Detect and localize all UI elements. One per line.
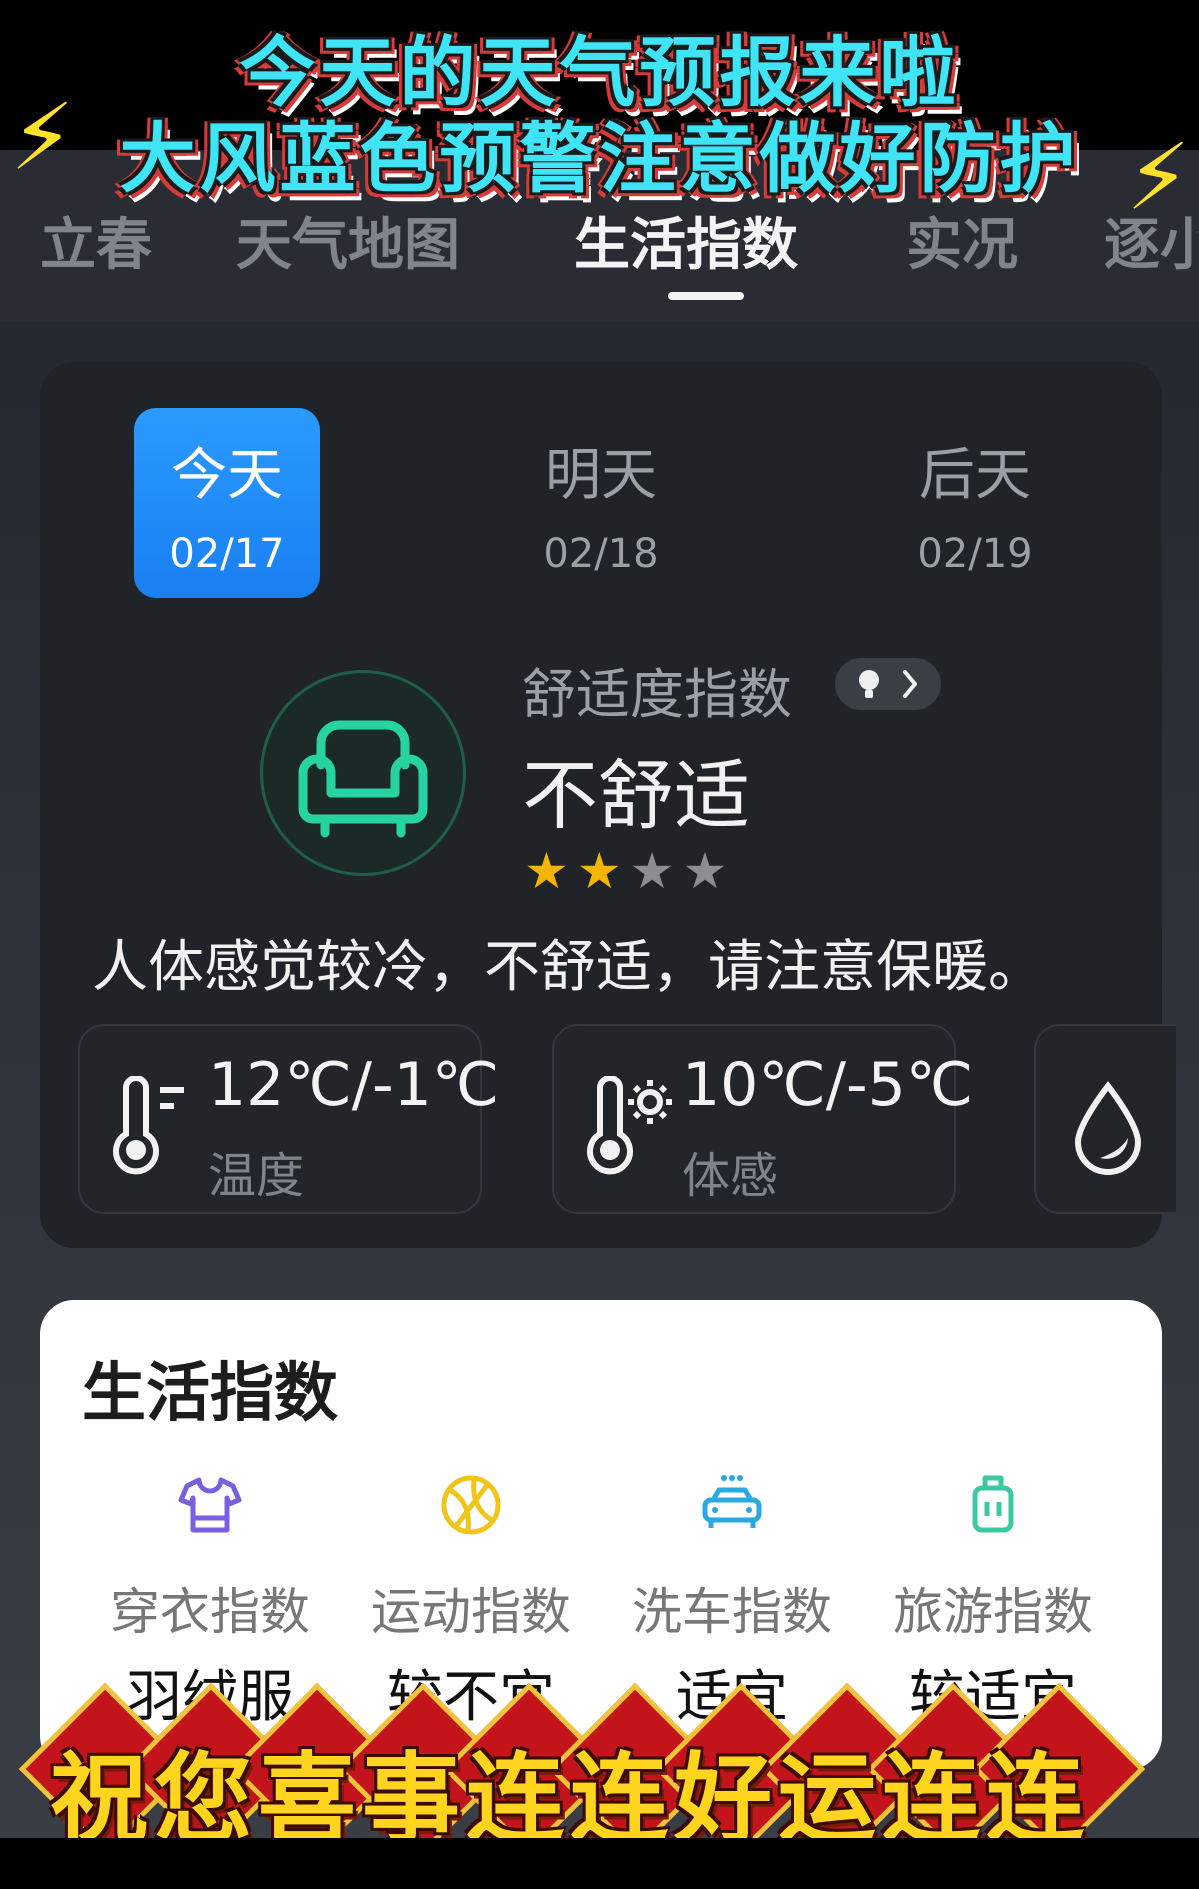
bottom-black-bar: [0, 1838, 1199, 1889]
comfort-card: 今天 02/17 明天 02/18 后天 02/19 舒适度指数 不舒适 ★ ★ ★…: [40, 362, 1176, 1248]
day-tab-day-after[interactable]: 后天 02/19: [882, 408, 1068, 598]
life-item-title: 旅游指数: [893, 1583, 1093, 1641]
day-name: 今天: [171, 443, 283, 508]
feels-like-label: 体感: [682, 1148, 779, 1204]
day-tab-today[interactable]: 今天 02/17: [134, 408, 320, 598]
humidity-card[interactable]: [1034, 1024, 1176, 1214]
day-name: 明天: [545, 443, 657, 508]
car-icon: [602, 1470, 862, 1540]
comfort-description: 人体感觉较冷，不舒适，请注意保暖。: [92, 935, 1044, 1000]
luggage-icon: [863, 1470, 1123, 1540]
headline-line-1: 今天的天气预报来啦: [239, 28, 960, 117]
thermometer-icon: [113, 1076, 184, 1175]
life-item-title: 洗车指数: [632, 1583, 832, 1641]
tab-weather-map[interactable]: 天气地图: [236, 200, 460, 281]
ball-icon: [341, 1470, 601, 1540]
water-drop-icon: [1074, 1081, 1142, 1175]
comfort-index-label: 舒适度指数: [522, 663, 792, 726]
bulb-icon: [859, 670, 917, 698]
active-tab-indicator: [668, 292, 744, 300]
sofa-icon: [260, 670, 466, 876]
thermometer-sun-icon: [587, 1076, 672, 1175]
temperature-card[interactable]: 12℃/-1℃ 温度: [78, 1024, 499, 1214]
tab-life-index[interactable]: 生活指数: [574, 200, 798, 281]
day-date: 02/17: [169, 531, 285, 577]
day-tab-tomorrow[interactable]: 明天 02/18: [508, 408, 694, 598]
shirt-icon: [80, 1470, 340, 1540]
day-date: 02/19: [917, 531, 1033, 577]
star-empty-icon: ★: [682, 842, 728, 900]
day-date: 02/18: [543, 531, 659, 577]
star-filled-icon: ★: [576, 842, 622, 900]
life-index-title: 生活指数: [82, 1357, 338, 1431]
comfort-value: 不舒适: [522, 751, 750, 840]
star-empty-icon: ★: [629, 842, 675, 900]
comfort-info-button[interactable]: [835, 658, 941, 710]
life-item-title: 穿衣指数: [110, 1583, 310, 1641]
headline-line-2: 大风蓝色预警注意做好防护: [119, 114, 1080, 203]
life-item-title: 运动指数: [371, 1583, 571, 1641]
temperature-label: 温度: [208, 1148, 305, 1204]
headline-banner: 今天的天气预报来啦 大风蓝色预警注意做好防护: [0, 30, 1199, 202]
day-name: 后天: [919, 443, 1031, 508]
feels-like-value: 10℃/-5℃: [682, 1050, 974, 1120]
temperature-value: 12℃/-1℃: [208, 1050, 500, 1120]
tab-lichun[interactable]: 立春: [40, 200, 152, 281]
feels-like-card[interactable]: 10℃/-5℃ 体感: [552, 1024, 973, 1214]
star-filled-icon: ★: [524, 842, 569, 900]
comfort-rating: ★ ★ ★ ★: [524, 842, 735, 900]
tab-realtime[interactable]: 实况: [906, 200, 1018, 281]
